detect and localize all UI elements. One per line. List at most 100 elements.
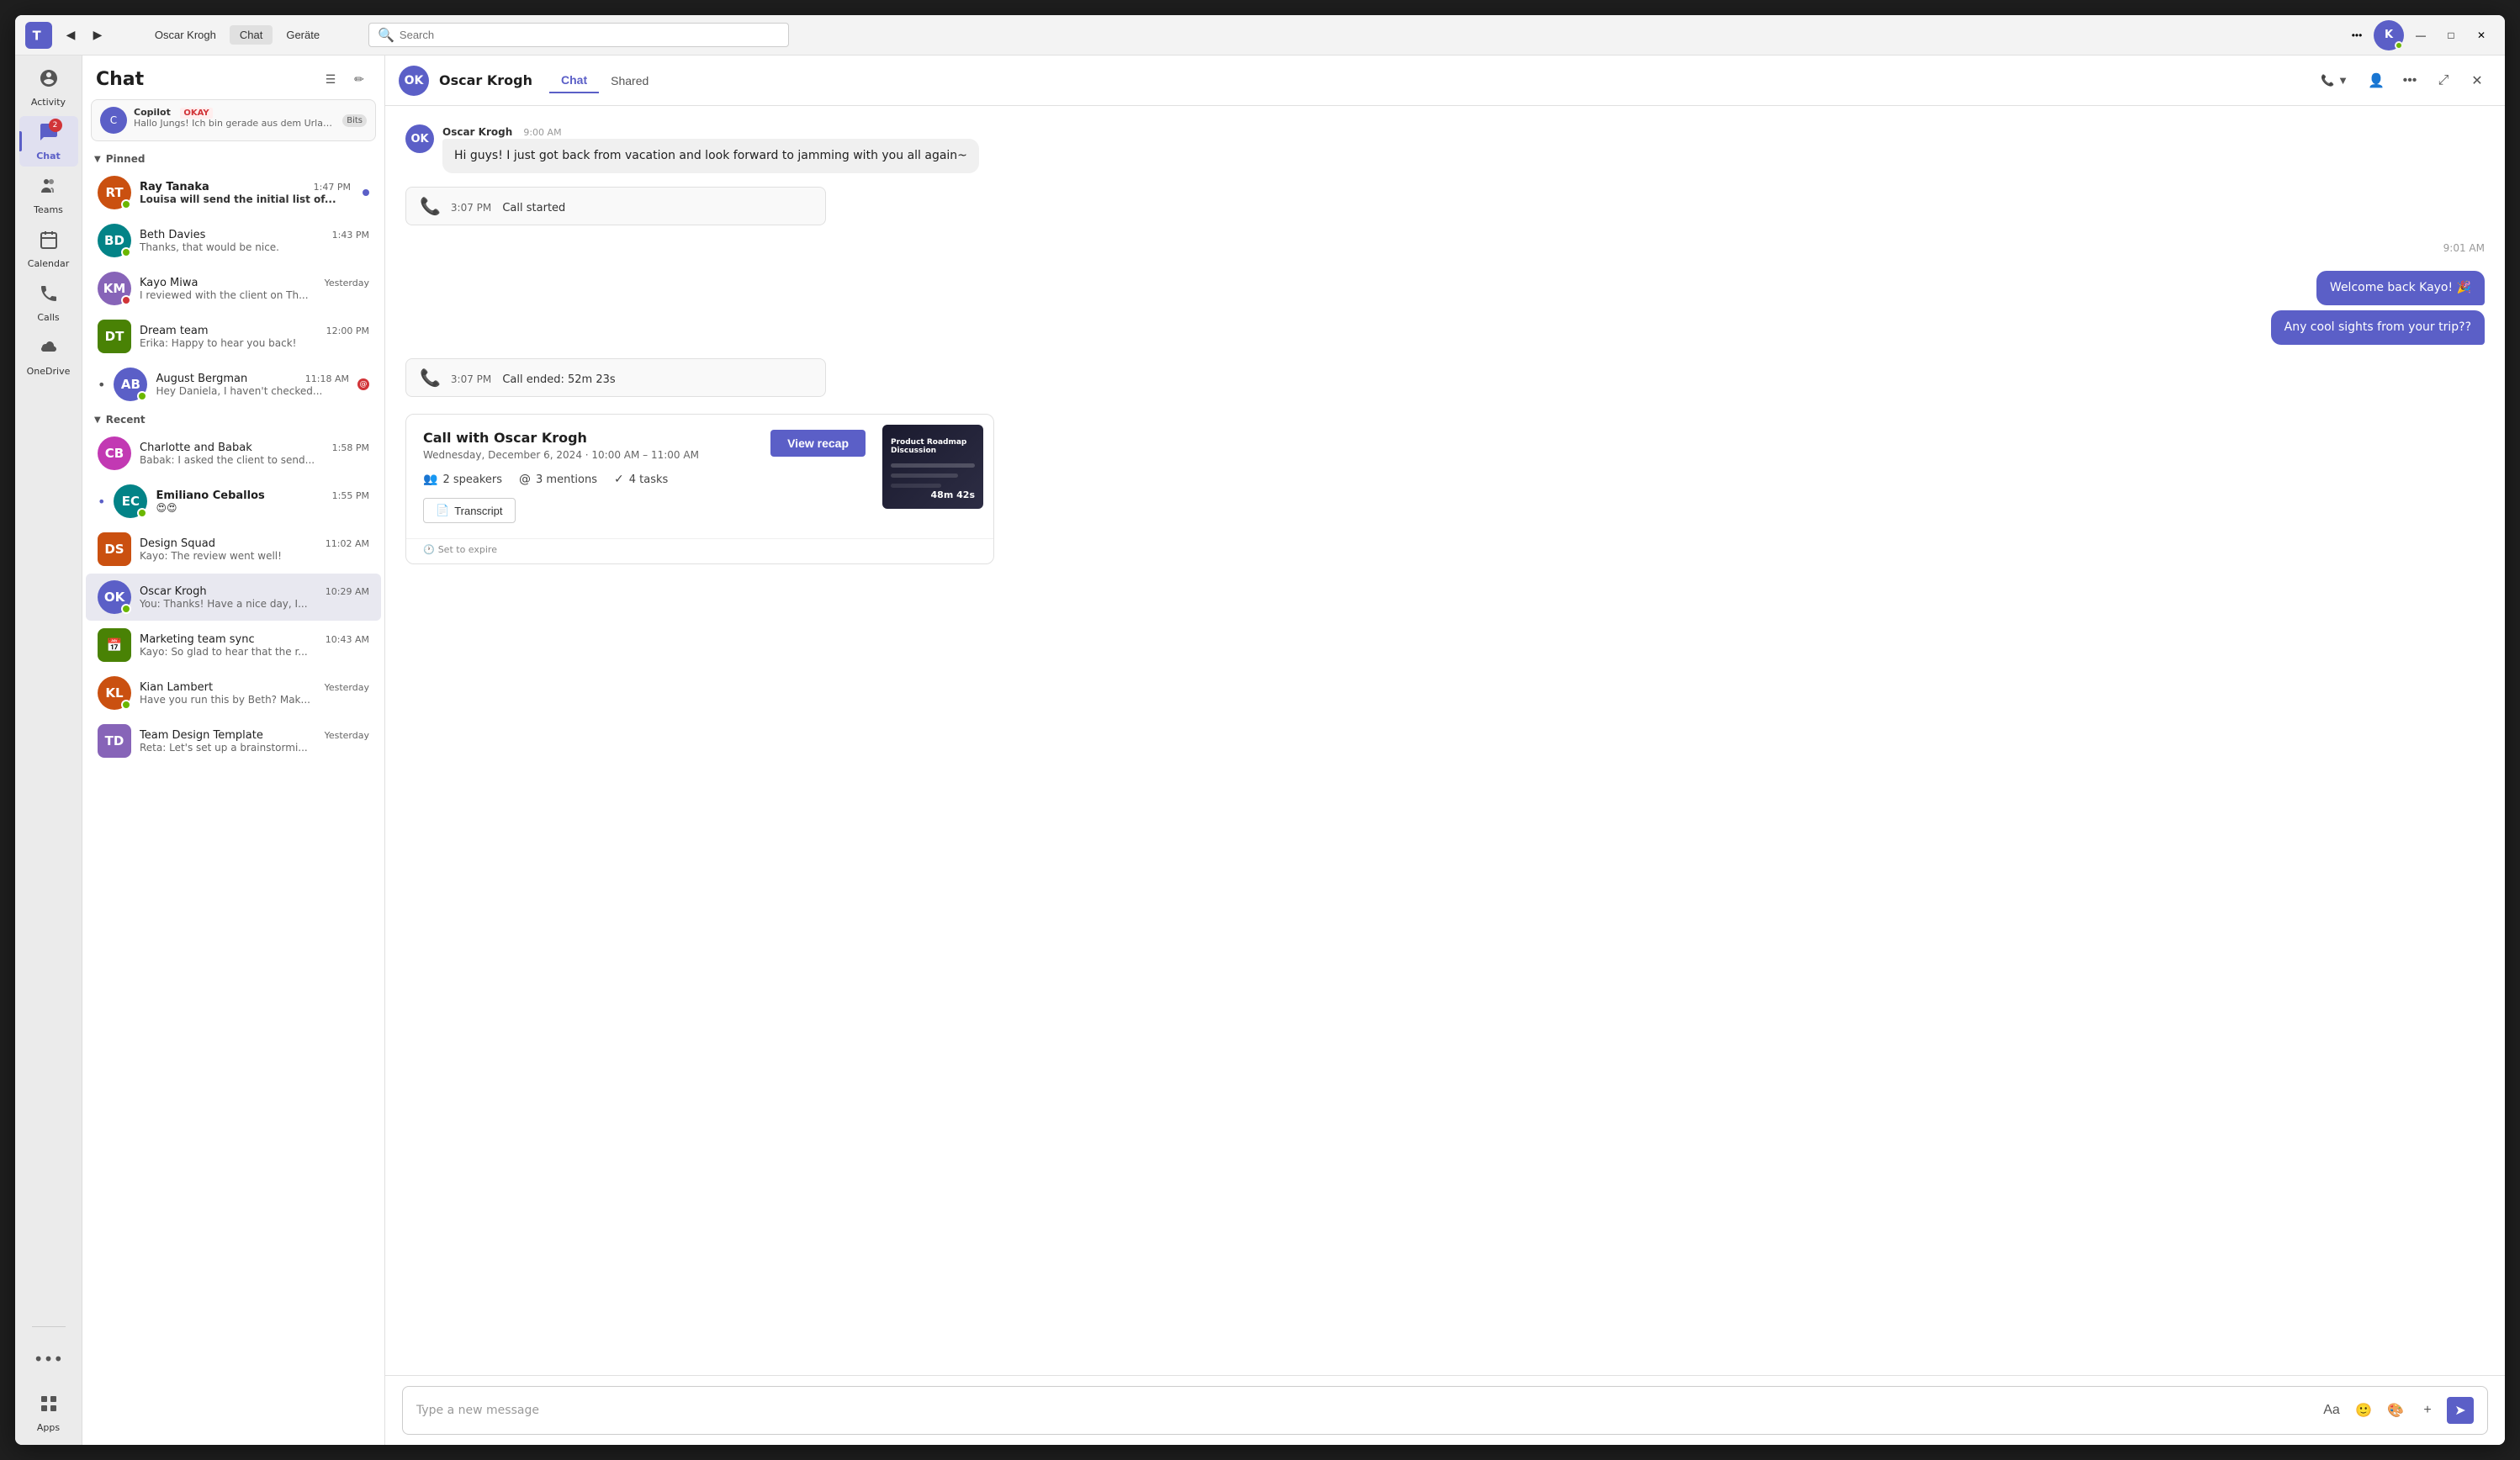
recap-text-group: Call with Oscar Krogh Wednesday, Decembe… [423,430,699,473]
chat-item-marketing-sync[interactable]: 📅 Marketing team sync 10:43 AM Kayo: So … [86,622,381,669]
calendar-icon [39,230,59,255]
chat-item-team-design-template[interactable]: TD Team Design Template Yesterday Reta: … [86,717,381,764]
activity-icon [39,68,59,93]
recap-card-main: Call with Oscar Krogh Wednesday, Decembe… [406,415,993,538]
dream-info: Dream team 12:00 PM Erika: Happy to hear… [140,325,369,349]
more-options-chat-button[interactable]: ••• [2396,66,2424,95]
close-button[interactable]: ✕ [2468,24,2495,47]
design-preview: Kayo: The review went well! [140,550,369,562]
sidebar-item-onedrive[interactable]: OneDrive [19,331,78,382]
tab-chat-active[interactable]: Chat [549,68,599,93]
view-recap-button[interactable]: View recap [770,430,866,457]
search-bar[interactable]: 🔍 [368,23,789,47]
recap-date: Wednesday, December 6, 2024 · 10:00 AM –… [423,449,699,461]
search-input[interactable] [400,29,780,41]
chat-item-ray-tanaka[interactable]: RT Ray Tanaka 1:47 PM Louisa will send t… [86,169,381,216]
attach-icon: + [2423,1403,2431,1418]
tab-shared[interactable]: Shared [599,68,660,93]
chat-header-actions: 📞 ▼ 👤 ••• ⤢ ✕ [2312,66,2491,95]
back-button[interactable]: ◀ [59,24,82,47]
sidebar-item-chat[interactable]: 2 Chat [19,116,78,167]
app-window: T ◀ ▶ Oscar Krogh Chat Geräte 🔍 ••• K — [15,15,2505,1445]
sidebar-item-activity[interactable]: Activity [19,62,78,113]
call-start-event: 📞 3:07 PM Call started [405,187,826,225]
nav-buttons: ◀ ▶ [59,24,109,47]
tab-chat[interactable]: Chat [230,25,273,45]
sidebar-item-apps[interactable]: Apps [19,1388,78,1438]
audio-call-button[interactable]: 📞 ▼ [2312,69,2357,93]
message-input-box[interactable]: Type a new message Aa 🙂 🎨 + [402,1386,2488,1435]
charlotte-avatar: CB [98,436,131,470]
august-avatar-wrap: AB [114,368,147,401]
chat-item-design-squad[interactable]: DS Design Squad 11:02 AM Kayo: The revie… [86,526,381,573]
chat-header-info: Oscar Krogh Chat Shared [439,68,2302,93]
chat-item-kian-lambert[interactable]: KL Kian Lambert Yesterday Have you run t… [86,669,381,717]
message-input-area: Type a new message Aa 🙂 🎨 + [385,1375,2505,1445]
onedrive-icon [39,337,59,362]
chat-item-emiliano[interactable]: • EC Emiliano Ceballos 1:55 PM 😍😍 [86,478,381,525]
chat-item-kayo-miwa[interactable]: KM Kayo Miwa Yesterday I reviewed with t… [86,265,381,312]
add-people-button[interactable]: 👤 [2362,66,2390,95]
beth-status [121,247,131,257]
beth-avatar-wrap: BD [98,224,131,257]
calls-label: Calls [37,312,59,323]
recap-info: Call with Oscar Krogh Wednesday, Decembe… [406,415,882,538]
msg-sender-row: Oscar Krogh 9:00 AM [442,123,979,139]
new-chat-button[interactable]: ✏ [347,67,371,91]
mentions-icon: @ [519,473,531,486]
marketing-name: Marketing team sync [140,633,255,646]
maximize-button[interactable]: □ [2438,24,2464,47]
emiliano-name: Emiliano Ceballos [156,489,264,502]
more-icon: ••• [34,1349,63,1369]
format-button[interactable]: Aa [2319,1398,2344,1423]
august-name: August Bergman [156,373,247,385]
recap-card: Call with Oscar Krogh Wednesday, Decembe… [405,414,994,564]
design-time: 11:02 AM [326,538,369,549]
recap-stats: 👥 2 speakers @ 3 mentions ✓ 4 tasks [423,473,866,486]
filter-button[interactable]: ☰ [319,67,342,91]
more-options-button[interactable]: ••• [2343,24,2370,47]
sidebar-item-calendar[interactable]: Calendar [19,224,78,274]
ray-name: Ray Tanaka [140,181,209,193]
copilot-notification[interactable]: C Copilot OKAY Hallo Jungs! Ich bin gera… [91,99,376,141]
send-button[interactable]: ➤ [2447,1397,2474,1424]
chat-item-oscar-krogh[interactable]: OK Oscar Krogh 10:29 AM You: Thanks! Hav… [86,574,381,621]
chat-main: OK Oscar Krogh Chat Shared 📞 ▼ 👤 [385,56,2505,1445]
sticker-button[interactable]: 🎨 [2383,1398,2408,1423]
chat-item-dream-team[interactable]: DT Dream team 12:00 PM Erika: Happy to h… [86,313,381,360]
chat-item-august-bergman[interactable]: • AB August Bergman 11:18 AM Hey Daniela… [86,361,381,408]
august-mention-badge: @ [357,378,369,390]
august-bullet-wrap: • [98,377,105,393]
speakers-icon: 👥 [423,473,437,486]
forward-button[interactable]: ▶ [86,24,109,47]
dream-preview: Erika: Happy to hear you back! [140,337,369,349]
transcript-button[interactable]: 📄 Transcript [423,498,516,523]
close-chat-button[interactable]: ✕ [2463,66,2491,95]
oscar-sidebar-avatar-wrap: OK [98,580,131,614]
attach-button[interactable]: + [2415,1398,2440,1423]
format-icon: Aa [2323,1403,2340,1418]
chat-item-charlotte-babak[interactable]: CB Charlotte and Babak 1:58 PM Babak: I … [86,430,381,477]
onedrive-label: OneDrive [27,366,71,377]
icon-rail: Activity 2 Chat [15,56,82,1445]
ray-status [121,199,131,209]
charlotte-preview: Babak: I asked the client to send... [140,454,369,466]
pinned-section-label: ▼ Pinned [82,148,384,168]
close-chat-icon: ✕ [2471,72,2482,89]
popout-button[interactable]: ⤢ [2429,66,2458,95]
notif-text: Hallo Jungs! Ich bin gerade aus dem Urla… [134,118,336,129]
chat-item-beth-davies[interactable]: BD Beth Davies 1:43 PM Thanks, that woul… [86,217,381,264]
sidebar-item-teams[interactable]: Teams [19,170,78,220]
emiliano-status [137,508,147,518]
user-avatar[interactable]: K [2374,20,2404,50]
notif-content: Copilot OKAY Hallo Jungs! Ich bin gerade… [134,107,336,129]
minimize-button[interactable]: — [2407,24,2434,47]
tab-gerate[interactable]: Geräte [276,25,330,45]
recap-expire: 🕐 Set to expire [406,538,993,563]
emoji-button[interactable]: 🙂 [2351,1398,2376,1423]
dream-time: 12:00 PM [326,325,369,336]
sidebar-item-more[interactable]: ••• [19,1334,78,1384]
sidebar-item-calls[interactable]: Calls [19,278,78,328]
tab-oscar-krogh[interactable]: Oscar Krogh [145,25,226,45]
oscar-preview: You: Thanks! Have a nice day, I... [140,598,369,610]
